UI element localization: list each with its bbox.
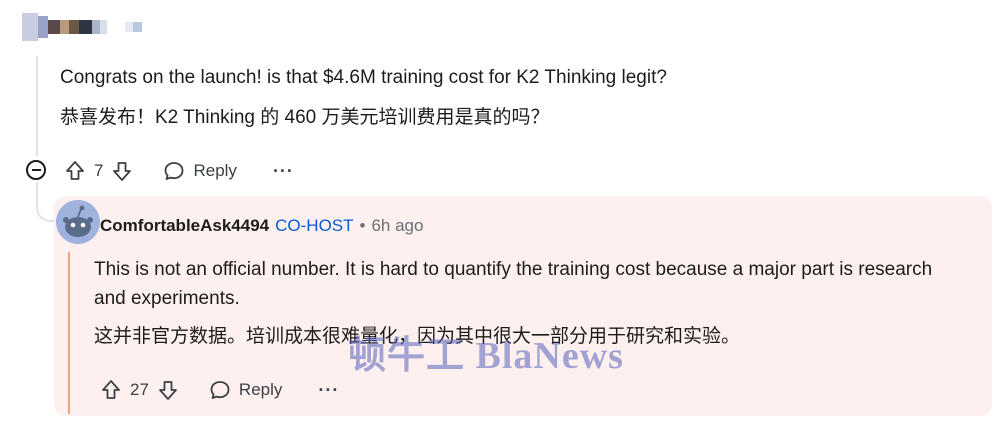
chat-bubble-icon — [209, 379, 231, 401]
thread-line — [36, 56, 38, 156]
collapse-thread-button[interactable] — [26, 160, 46, 180]
reply-text-en-line1: This is not an official number. It is ha… — [94, 259, 933, 280]
reply-vote-count: 27 — [130, 380, 149, 399]
reddit-snoo-avatar[interactable] — [56, 200, 100, 244]
username-link[interactable]: ComfortableAsk4494 — [100, 216, 269, 236]
chat-bubble-icon — [163, 160, 185, 182]
parent-more-options[interactable]: ··· — [273, 161, 294, 182]
reply-connector-line — [36, 182, 56, 222]
parent-comment-text-zh: 恭喜发布！K2 Thinking 的 460 万美元培训费用是真的吗？ — [60, 107, 550, 128]
parent-vote-count: 7 — [94, 161, 104, 180]
reply-meta: ComfortableAsk4494 CO-HOST • 6h ago — [100, 216, 423, 236]
reply-reply-label: Reply — [238, 380, 283, 399]
watermark: 顿牛工 BlaNews — [348, 335, 624, 377]
reply-action-row: 27 Reply ··· — [100, 377, 339, 403]
arrow-up-icon[interactable] — [64, 160, 86, 182]
parent-reply-label: Reply — [193, 161, 237, 180]
reply-more-options[interactable]: ··· — [318, 380, 339, 401]
reply-thread-line — [68, 252, 70, 414]
meta-separator: • — [359, 216, 366, 235]
parent-user-blurred — [22, 12, 143, 42]
parent-comment-text-en: Congrats on the launch! is that $4.6M tr… — [60, 67, 667, 88]
cohost-badge: CO-HOST — [275, 216, 354, 235]
parent-action-row: 7 Reply ··· — [64, 158, 294, 184]
reply-reply-button[interactable]: Reply — [209, 379, 282, 401]
reply-text-en-line2: and experiments. — [94, 288, 240, 309]
arrow-down-icon[interactable] — [111, 160, 133, 182]
arrow-down-icon[interactable] — [157, 379, 179, 401]
reply-timestamp[interactable]: 6h ago — [371, 216, 423, 236]
arrow-up-icon[interactable] — [100, 379, 122, 401]
parent-reply-button[interactable]: Reply — [163, 160, 237, 182]
